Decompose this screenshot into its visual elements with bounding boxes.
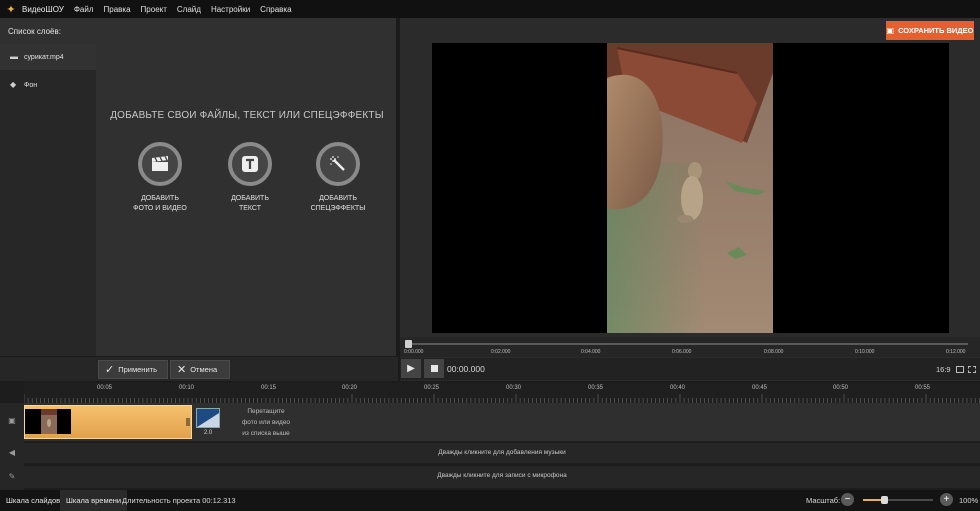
zoom-in-button[interactable]: + — [940, 493, 953, 506]
transition-duration: 2.0 — [203, 430, 213, 436]
clip-thumbnail — [25, 409, 71, 434]
ruler-tick-label: 0:02.000 — [491, 349, 511, 355]
timeline-tick-label: 00:10 — [179, 385, 195, 391]
preview-playhead[interactable] — [405, 340, 412, 348]
film-save-icon: ▣ — [886, 26, 895, 35]
timeline-tick-label: 00:15 — [261, 385, 277, 391]
menu-settings[interactable]: Настройки — [211, 5, 250, 14]
aspect-ratio[interactable]: 16:9 — [936, 365, 951, 374]
menu-file[interactable]: Файл — [74, 5, 94, 14]
app-logo-icon: ✦ — [6, 3, 16, 16]
timeline-tick-label: 00:30 — [506, 385, 522, 391]
tab-slide-scale[interactable]: Шкала слайдов — [0, 490, 67, 511]
ruler-tick-label: 0:10.000 — [855, 349, 875, 355]
minus-icon: − — [844, 494, 851, 505]
menu-slide[interactable]: Слайд — [177, 5, 201, 14]
cancel-label: Отмена — [190, 365, 218, 374]
play-icon: ▶ — [407, 363, 415, 374]
snapshot-icon[interactable] — [956, 366, 964, 373]
playback-bar — [400, 358, 980, 380]
ruler-tick-label: 0:00.000 — [404, 349, 424, 355]
menu-help[interactable]: Справка — [260, 5, 291, 14]
drop-hint: Перетащите фото или видео из списка выше — [241, 408, 291, 437]
microphone-icon: ✎ — [8, 472, 16, 481]
add-text-label: ДОБАВИТЬ ТЕКСТ — [231, 195, 269, 212]
zoom-label: Масштаб: — [806, 496, 841, 505]
stop-icon — [430, 365, 438, 372]
play-button[interactable]: ▶ — [401, 359, 421, 378]
close-icon: ✕ — [177, 364, 187, 376]
add-effects-button[interactable]: ДОБАВИТЬ СПЕЦЭФФЕКТЫ — [300, 142, 376, 214]
fill-icon: ◆ — [10, 80, 17, 89]
ruler-tick-label: 0:06.000 — [672, 349, 692, 355]
ruler-tick-label: 0:08.000 — [764, 349, 784, 355]
timeline-tick-label: 00:50 — [833, 385, 849, 391]
layer-item-background[interactable]: ◆ Фон — [0, 72, 96, 98]
microphone-track-hint: Дважды кликните для записи с микрофона — [437, 472, 567, 479]
timeline-tick-label: 00:20 — [342, 385, 358, 391]
clip-trim-handle[interactable] — [186, 418, 190, 426]
ruler-tick-label: 0:12.000 — [946, 349, 966, 355]
layer-item-label: Фон — [24, 81, 38, 89]
music-track-hint: Дважды кликните для добавления музыки — [438, 449, 566, 456]
timeline-tick-label: 00:40 — [670, 385, 686, 391]
layer-list: ▬ сурикат.mp4 ◆ Фон — [0, 44, 96, 356]
apply-button[interactable]: ✓ Применить — [98, 360, 168, 379]
timeline-tick-label: 00:25 — [424, 385, 440, 391]
save-video-label: СОХРАНИТЬ ВИДЕО — [898, 26, 974, 35]
clapperboard-icon — [138, 142, 182, 186]
video-track-icon: ▣ — [8, 416, 16, 425]
add-text-button[interactable]: ДОБАВИТЬ ТЕКСТ — [212, 142, 288, 214]
project-duration: Длительность проекта 00:12.313 — [122, 496, 236, 505]
music-track-icon: ◀ — [8, 448, 16, 457]
add-effects-label: ДОБАВИТЬ СПЕЦЭФФЕКТЫ — [310, 195, 366, 212]
menu-bar: ✦ ВидеоШОУ Файл Правка Проект Слайд Наст… — [0, 0, 980, 18]
layer-item-label: сурикат.mp4 — [24, 53, 64, 61]
timeline-tick-label: 00:05 — [97, 385, 113, 391]
menu-edit[interactable]: Правка — [104, 5, 131, 14]
layers-title: Список слоёв: — [8, 27, 61, 36]
menu-project[interactable]: Проект — [141, 5, 167, 14]
magic-wand-icon — [316, 142, 360, 186]
video-frame-image — [607, 43, 773, 333]
current-time: 00:00.000 — [447, 364, 485, 374]
text-icon — [228, 142, 272, 186]
preview-progress-track — [408, 343, 968, 345]
add-photo-video-button[interactable]: ДОБАВИТЬ ФОТО И ВИДЕО — [122, 142, 198, 214]
apply-label: Применить — [118, 365, 157, 374]
timeline-ticks — [24, 394, 980, 403]
tab-time-scale[interactable]: Шкала времени — [60, 490, 128, 511]
film-icon: ▬ — [10, 52, 18, 61]
zoom-out-button[interactable]: − — [841, 493, 854, 506]
timeline-tick-label: 00:45 — [752, 385, 768, 391]
timeline-tick-label: 00:55 — [915, 385, 931, 391]
ruler-tick-label: 0:04.000 — [581, 349, 601, 355]
stop-button[interactable] — [424, 359, 444, 378]
video-preview[interactable] — [432, 43, 949, 333]
cancel-button[interactable]: ✕ Отмена — [170, 360, 230, 379]
zoom-slider-handle[interactable] — [881, 496, 888, 504]
fullscreen-icon[interactable] — [968, 366, 976, 373]
plus-icon: + — [943, 494, 950, 505]
layer-item-video[interactable]: ▬ сурикат.mp4 — [0, 44, 96, 70]
save-video-button[interactable]: ▣ СОХРАНИТЬ ВИДЕО — [886, 21, 974, 40]
add-photo-video-label: ДОБАВИТЬ ФОТО И ВИДЕО — [133, 195, 187, 212]
zoom-value: 100% — [959, 496, 979, 505]
add-content-hint: ДОБАВЬТЕ СВОИ ФАЙЛЫ, ТЕКСТ ИЛИ СПЕЦЭФФЕК… — [110, 110, 384, 121]
checkmark-icon: ✓ — [105, 364, 115, 376]
timeline-tick-label: 00:35 — [588, 385, 604, 391]
transition-thumbnail[interactable] — [196, 408, 220, 428]
app-title: ВидеоШОУ — [22, 4, 64, 14]
